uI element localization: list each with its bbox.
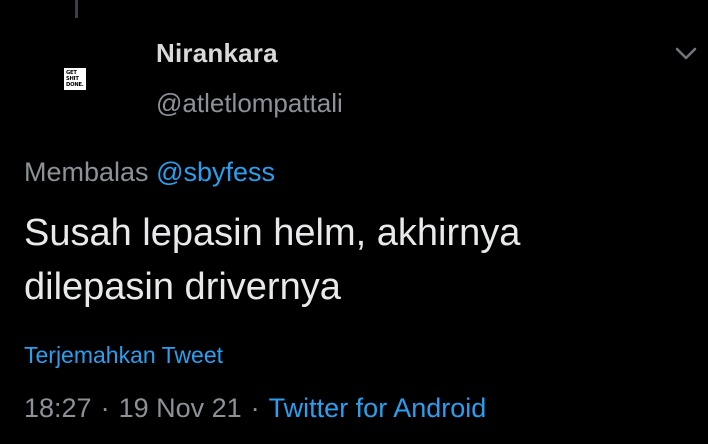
more-options-button[interactable] — [672, 42, 700, 66]
tweet-text-line: dilepasin drivernya — [24, 266, 341, 308]
reply-prefix: Membalas — [24, 157, 149, 187]
translate-tweet-link[interactable]: Terjemahkan Tweet — [24, 342, 223, 369]
tweet-metadata: 18:27 · 19 Nov 21 · Twitter for Android — [24, 393, 486, 424]
tweet-source-link[interactable]: Twitter for Android — [269, 393, 487, 423]
display-name[interactable]: Nirankara — [156, 38, 278, 69]
avatar-logo: GET SHIT DONE. — [64, 68, 86, 90]
tweet-text: Susah lepasin helm, akhirnya dilepasin d… — [24, 206, 684, 314]
reply-context: Membalas @sbyfess — [24, 157, 275, 188]
chevron-down-icon — [675, 47, 697, 60]
avatar[interactable]: GET SHIT DONE. — [38, 42, 112, 116]
user-handle[interactable]: @atletlompattali — [156, 88, 343, 119]
meta-separator: · — [250, 393, 260, 423]
tweet-text-line: Susah lepasin helm, akhirnya — [24, 212, 521, 254]
thread-connector-line — [75, 0, 78, 18]
tweet-time: 18:27 — [24, 393, 92, 423]
reply-mention-link[interactable]: @sbyfess — [156, 157, 275, 187]
meta-separator: · — [100, 393, 110, 423]
tweet-date: 19 Nov 21 — [118, 393, 242, 423]
avatar-logo-line: DONE. — [66, 82, 84, 88]
